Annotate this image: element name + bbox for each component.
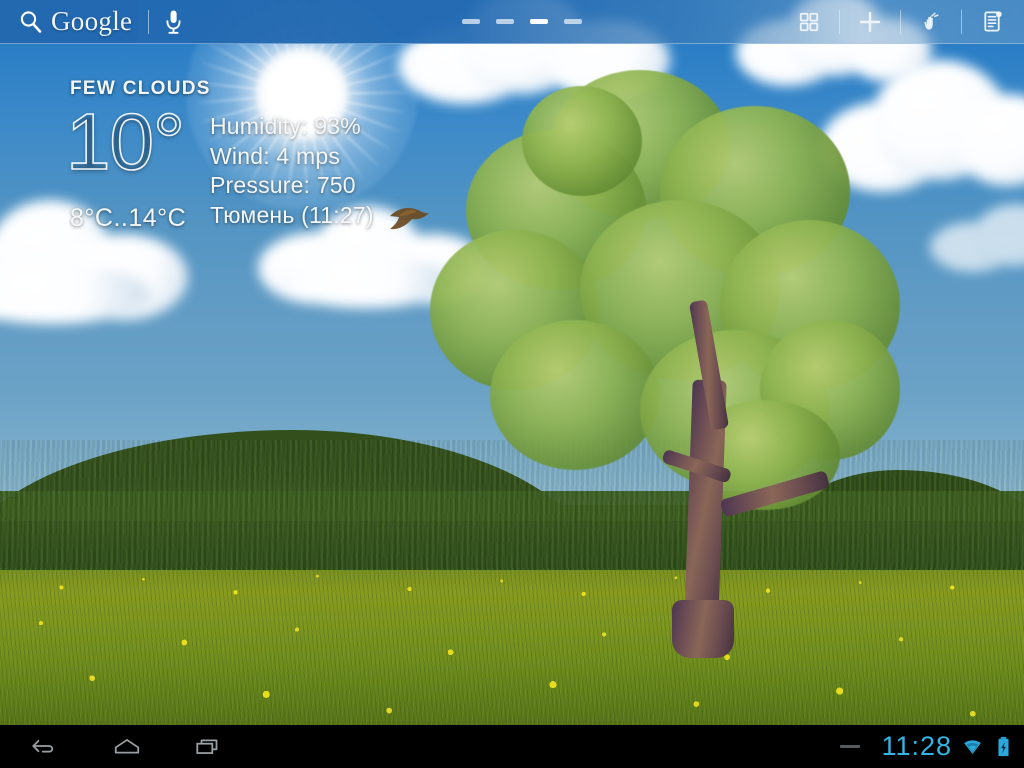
weather-temp-range: 8°C..14°C	[70, 204, 187, 232]
customize-hand-icon[interactable]	[917, 8, 945, 36]
microphone-icon[interactable]	[165, 9, 182, 35]
action-divider	[839, 9, 840, 34]
weather-details: Humidity: 93% Wind: 4 mps Pressure: 750 …	[210, 112, 374, 231]
page-dot-active[interactable]	[530, 19, 548, 24]
action-divider	[900, 9, 901, 34]
wifi-icon[interactable]	[961, 735, 983, 759]
battery-charging-icon[interactable]	[992, 735, 1014, 759]
search-bar-actions[interactable]	[795, 8, 1024, 36]
weather-widget[interactable]: FEW CLOUDS 10° 8°C..14°C Humidity: 93% W…	[62, 78, 462, 243]
status-tray[interactable]: 11:28	[840, 731, 1024, 762]
search-bar-left[interactable]: Google	[0, 6, 182, 37]
cloud-right-low	[930, 200, 1024, 280]
page-dot[interactable]	[496, 19, 514, 24]
recent-apps-icon[interactable]	[192, 733, 226, 761]
page-dot[interactable]	[462, 19, 480, 24]
weather-humidity: Humidity: 93%	[210, 113, 361, 139]
app-drawer-icon[interactable]	[795, 8, 823, 36]
google-search-bar[interactable]: Google	[0, 0, 1024, 44]
page-dot[interactable]	[564, 19, 582, 24]
back-arrow-icon[interactable]	[28, 733, 62, 761]
nav-buttons[interactable]	[0, 733, 226, 761]
search-divider	[148, 9, 150, 34]
page-indicator	[462, 19, 582, 24]
notes-list-icon[interactable]	[978, 8, 1006, 36]
status-dash	[840, 745, 861, 748]
weather-location: Тюмень (11:27)	[210, 201, 374, 228]
weather-wind: Wind: 4 mps	[210, 142, 341, 169]
tree-canopy	[430, 70, 900, 510]
tree-trunk-base	[672, 600, 734, 658]
weather-temperature: 10°	[65, 97, 186, 186]
weather-pressure: Pressure: 750	[210, 172, 356, 199]
dandelion-flowers	[0, 568, 1024, 725]
system-navigation-bar[interactable]: 11:28	[0, 725, 1024, 768]
home-icon[interactable]	[110, 733, 144, 761]
add-widget-icon[interactable]	[856, 8, 884, 36]
search-icon[interactable]	[18, 9, 44, 35]
action-divider	[961, 9, 962, 34]
status-clock[interactable]: 11:28	[881, 731, 952, 762]
google-wordmark[interactable]: Google	[51, 6, 132, 37]
